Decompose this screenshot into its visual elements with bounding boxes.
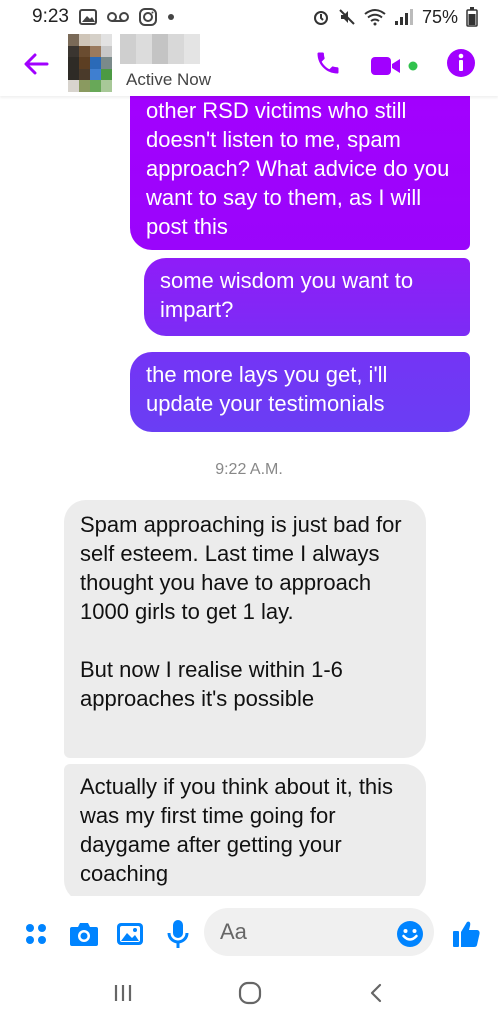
mute-icon	[338, 8, 356, 26]
voicemail-icon	[106, 11, 129, 23]
notification-dot-icon	[167, 13, 175, 21]
contact-name-redacted[interactable]	[120, 34, 200, 64]
sent-message[interactable]: other RSD victims who still doesn't list…	[130, 96, 470, 250]
back-arrow-icon[interactable]	[20, 48, 52, 80]
system-navigation-bar	[0, 968, 498, 1023]
message-list[interactable]: other RSD victims who still doesn't list…	[0, 96, 498, 896]
alarm-icon	[312, 8, 330, 26]
recent-apps-icon[interactable]	[112, 982, 134, 1009]
sent-message[interactable]: some wisdom you want to impart?	[144, 258, 470, 336]
status-bar: 9:23 75%	[0, 0, 498, 34]
sent-message[interactable]: the more lays you get, i'll update your …	[130, 352, 470, 432]
message-timestamp: 9:22 A.M.	[215, 461, 283, 478]
thumbs-up-icon[interactable]	[450, 918, 482, 950]
contact-status: Active Now	[126, 70, 212, 89]
apps-icon[interactable]	[20, 918, 52, 950]
battery-percentage: 75%	[421, 6, 458, 27]
online-dot	[408, 61, 418, 70]
gallery-icon[interactable]	[114, 918, 146, 950]
camera-icon[interactable]	[68, 918, 100, 950]
home-icon[interactable]	[237, 980, 263, 1011]
video-camera-icon[interactable]	[370, 54, 418, 78]
message-input-placeholder: Aa	[220, 919, 247, 944]
phone-icon[interactable]	[314, 49, 342, 82]
avatar[interactable]	[68, 34, 112, 92]
wifi-icon	[364, 8, 386, 26]
conversation-header: Active Now	[0, 34, 498, 96]
info-icon[interactable]	[446, 48, 476, 83]
emoji-icon[interactable]	[394, 918, 426, 950]
message-composer: Aa	[0, 898, 498, 968]
nav-back-icon[interactable]	[366, 982, 386, 1009]
received-message[interactable]: Actually if you think about it, this was…	[64, 764, 426, 896]
status-time: 9:23	[32, 6, 69, 27]
received-message[interactable]: Spam approaching is just bad for self es…	[64, 500, 426, 758]
instagram-icon	[138, 8, 157, 26]
gallery-notification-icon	[78, 9, 97, 25]
microphone-icon[interactable]	[162, 918, 194, 950]
battery-icon	[466, 7, 478, 27]
signal-icon	[394, 9, 414, 25]
